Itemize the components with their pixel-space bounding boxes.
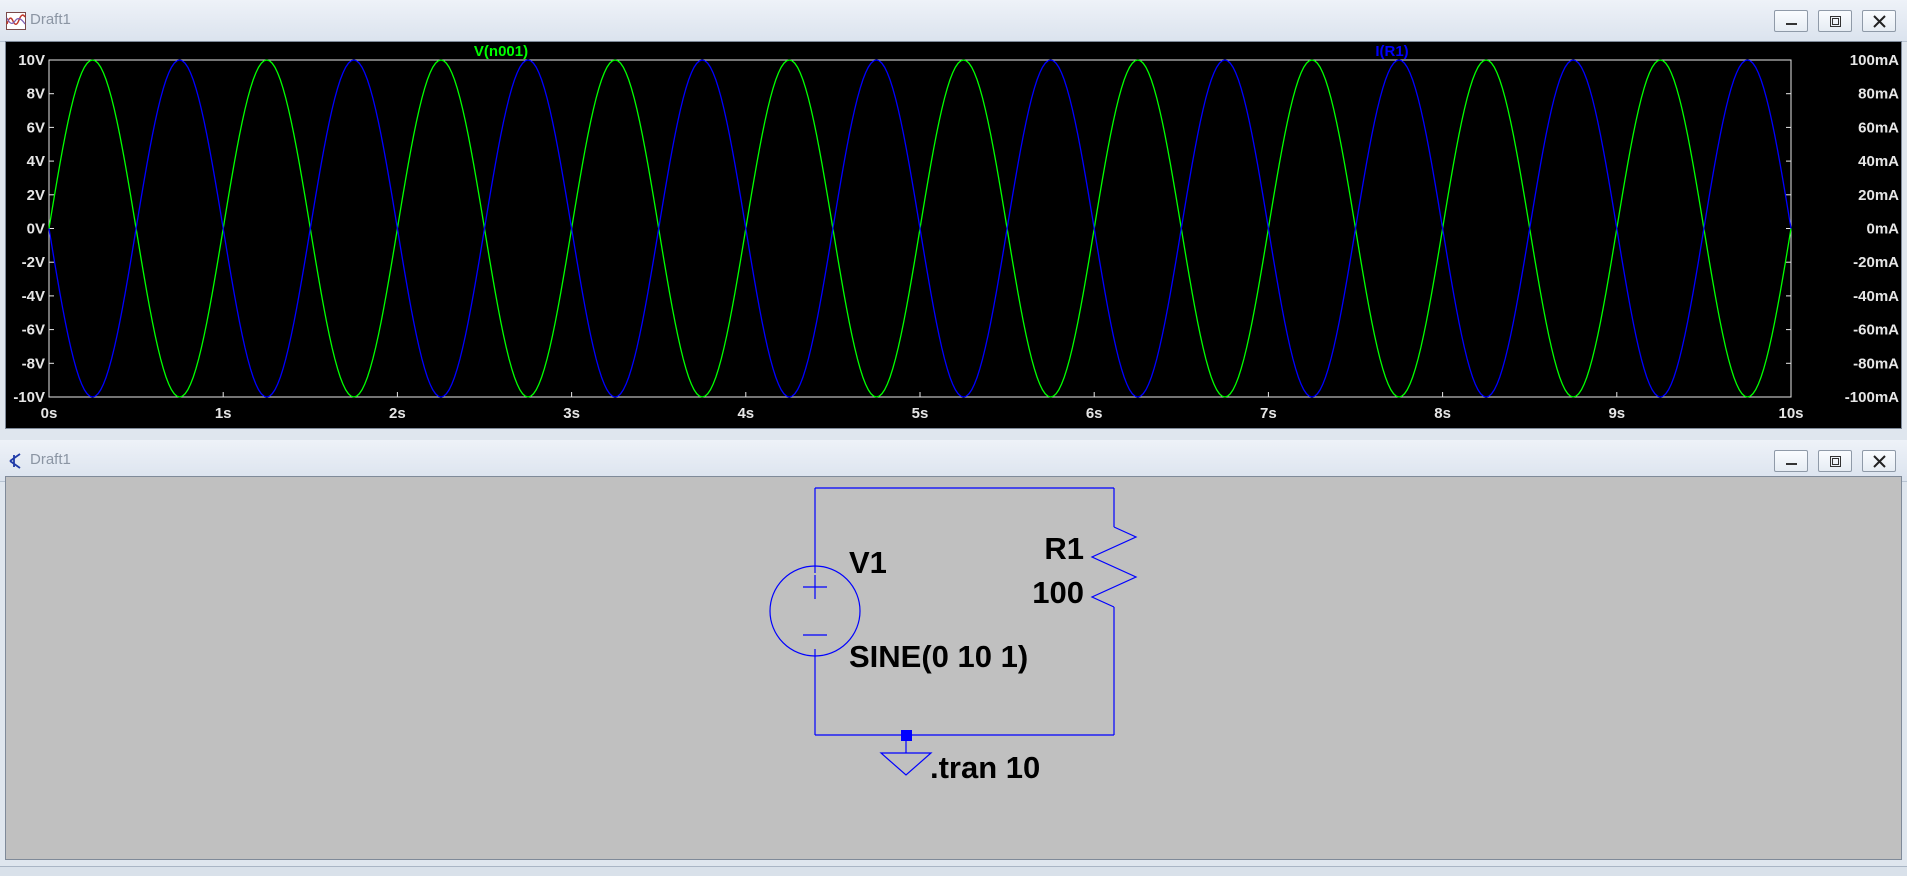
x-tick-label: 3s xyxy=(563,405,580,422)
x-tick-label: 2s xyxy=(389,405,406,422)
x-tick-label: 6s xyxy=(1086,405,1103,422)
y-left-tick-label: 0V xyxy=(27,221,45,238)
waveform-window-icon xyxy=(6,12,26,30)
y-left-tick-label: 6V xyxy=(27,119,45,136)
plot-close-button[interactable] xyxy=(1862,10,1896,32)
y-right-tick-label: -80mA xyxy=(1853,355,1899,372)
x-tick-label: 10s xyxy=(1778,405,1803,422)
ground-node-marker[interactable] xyxy=(901,730,912,741)
schematic-minimize-button[interactable] xyxy=(1774,450,1808,472)
plot-pane[interactable]: 0s 1s 2s 3s 4s 5s 6s 7s 8s 9s 10s 10V 8V 6V 4V 2V 0V -2V -… xyxy=(5,41,1902,429)
maximize-icon xyxy=(1830,16,1841,27)
schematic-canvas[interactable]: V1 SINE(0 10 1) R1 100 .tran 10 xyxy=(5,476,1902,860)
maximize-icon xyxy=(1830,456,1841,467)
y-right-tick-label: 60mA xyxy=(1858,119,1899,136)
y-left-tick-label: 2V xyxy=(27,187,45,204)
x-tick-label: 4s xyxy=(737,405,754,422)
source-name-label[interactable]: V1 xyxy=(849,545,887,580)
schematic-close-button[interactable] xyxy=(1862,450,1896,472)
y-right-tick-label: 20mA xyxy=(1858,187,1899,204)
source-value-label[interactable]: SINE(0 10 1) xyxy=(849,639,1028,674)
y-right-tick-label: 100mA xyxy=(1850,52,1899,69)
x-tick-label: 8s xyxy=(1434,405,1451,422)
y-left-tick-label: -4V xyxy=(22,288,45,305)
plot-window-title: Draft1 xyxy=(30,11,71,28)
y-left-tick-label: -2V xyxy=(22,254,45,271)
waveform-chart[interactable]: 0s 1s 2s 3s 4s 5s 6s 7s 8s 9s 10s 10V 8V 6V 4V 2V 0V -2V -… xyxy=(6,42,1901,428)
resistor-symbol[interactable] xyxy=(1090,526,1138,608)
minimize-icon xyxy=(1786,463,1797,465)
close-icon xyxy=(1873,15,1886,28)
schematic-window-icon xyxy=(6,452,26,470)
plot-window-titlebar[interactable]: Draft1 xyxy=(0,0,1907,42)
plot-window: Draft1 0s 1s 2s 3s 4s 5s 6s 7s 8s 9s 10s 10V 8V 6V 4V 2… xyxy=(0,0,1907,440)
schematic-window: Draft1 V1 SINE(0 10 1) R1 100 .tran 10 xyxy=(0,440,1907,866)
x-tick-label: 1s xyxy=(215,405,232,422)
resistor-name-label[interactable]: R1 xyxy=(1044,531,1084,566)
plot-maximize-button[interactable] xyxy=(1818,10,1852,32)
voltage-source-symbol[interactable] xyxy=(769,565,861,657)
close-icon xyxy=(1873,455,1886,468)
x-tick-label: 7s xyxy=(1260,405,1277,422)
x-tick-label: 5s xyxy=(912,405,929,422)
y-left-tick-label: -10V xyxy=(13,389,45,406)
minimize-icon xyxy=(1786,23,1797,25)
y-left-tick-label: 4V xyxy=(27,153,45,170)
x-tick-label: 0s xyxy=(41,405,58,422)
trace-label-voltage[interactable]: V(n001) xyxy=(474,43,528,60)
y-right-tick-label: 80mA xyxy=(1858,86,1899,103)
x-tick-label: 9s xyxy=(1608,405,1625,422)
schematic-drawing: V1 SINE(0 10 1) R1 100 .tran 10 xyxy=(769,487,1138,785)
y-left-tick-label: -8V xyxy=(22,355,45,372)
schematic-window-title: Draft1 xyxy=(30,451,71,468)
y-right-tick-label: -60mA xyxy=(1853,322,1899,339)
ground-icon[interactable] xyxy=(879,752,933,776)
y-right-tick-label: 40mA xyxy=(1858,153,1899,170)
y-right-tick-label: -100mA xyxy=(1845,389,1899,406)
tran-directive[interactable]: .tran 10 xyxy=(930,750,1040,785)
trace-label-current[interactable]: I(R1) xyxy=(1375,43,1408,60)
y-right-tick-label: 0mA xyxy=(1866,221,1899,238)
y-right-tick-label: -40mA xyxy=(1853,288,1899,305)
resistor-value-label[interactable]: 100 xyxy=(1032,575,1084,610)
y-left-tick-label: -6V xyxy=(22,322,45,339)
y-left-tick-label: 10V xyxy=(18,52,45,69)
schematic-maximize-button[interactable] xyxy=(1818,450,1852,472)
series-line-current[interactable] xyxy=(48,59,1792,398)
y-left-tick-label: 8V xyxy=(27,86,45,103)
plot-minimize-button[interactable] xyxy=(1774,10,1808,32)
y-right-tick-label: -20mA xyxy=(1853,254,1899,271)
